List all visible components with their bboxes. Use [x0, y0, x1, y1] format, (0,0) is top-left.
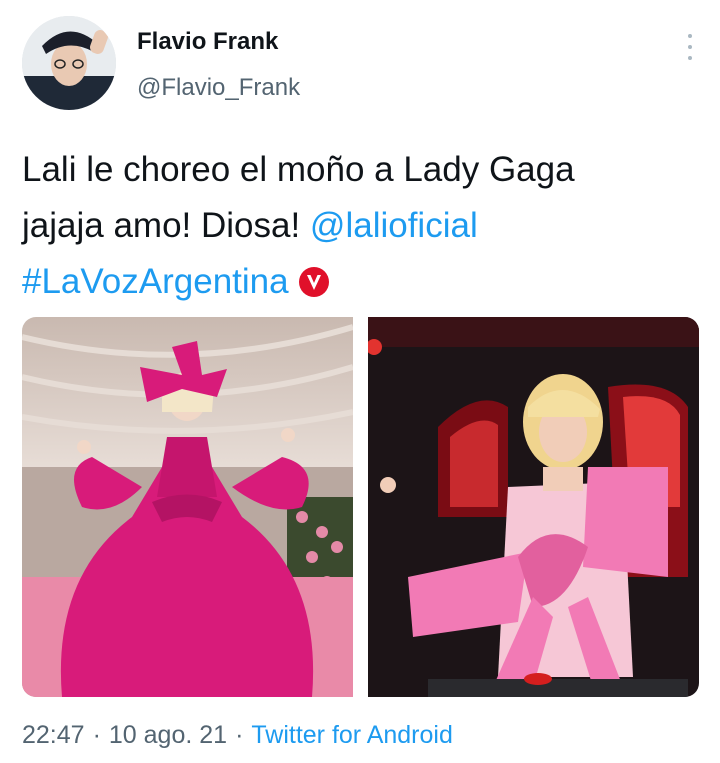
- meta-separator: ·: [235, 721, 244, 749]
- tweet-header: Flavio Frank @Flavio_Frank: [22, 16, 702, 112]
- la-voz-v-badge-icon: [298, 267, 329, 297]
- more-options-icon[interactable]: [682, 34, 698, 60]
- photo-lady-gaga[interactable]: [22, 317, 353, 697]
- tweet-time[interactable]: 22:47: [22, 721, 85, 749]
- tweet-text-line2: jajaja amo! Diosa!: [22, 206, 310, 245]
- tweet-meta: 22:47 · 10 ago. 21 · Twitter for Android: [22, 721, 453, 750]
- mention-link[interactable]: @lalioficial: [310, 206, 478, 245]
- tweet-body: Lali le choreo el moño a Lady Gaga jajaj…: [22, 142, 702, 310]
- meta-separator: ·: [92, 721, 101, 749]
- photo-lali[interactable]: [368, 317, 699, 697]
- author-avatar[interactable]: [22, 16, 116, 110]
- media-grid: [22, 317, 699, 697]
- hashtag-link[interactable]: #LaVozArgentina: [22, 262, 289, 301]
- author-handle[interactable]: @Flavio_Frank: [137, 74, 300, 102]
- tweet-text-line1: Lali le choreo el moño a Lady Gaga: [22, 150, 575, 189]
- tweet-source-link[interactable]: Twitter for Android: [251, 721, 452, 749]
- author-name[interactable]: Flavio Frank: [137, 28, 278, 56]
- tweet-date[interactable]: 10 ago. 21: [109, 721, 227, 749]
